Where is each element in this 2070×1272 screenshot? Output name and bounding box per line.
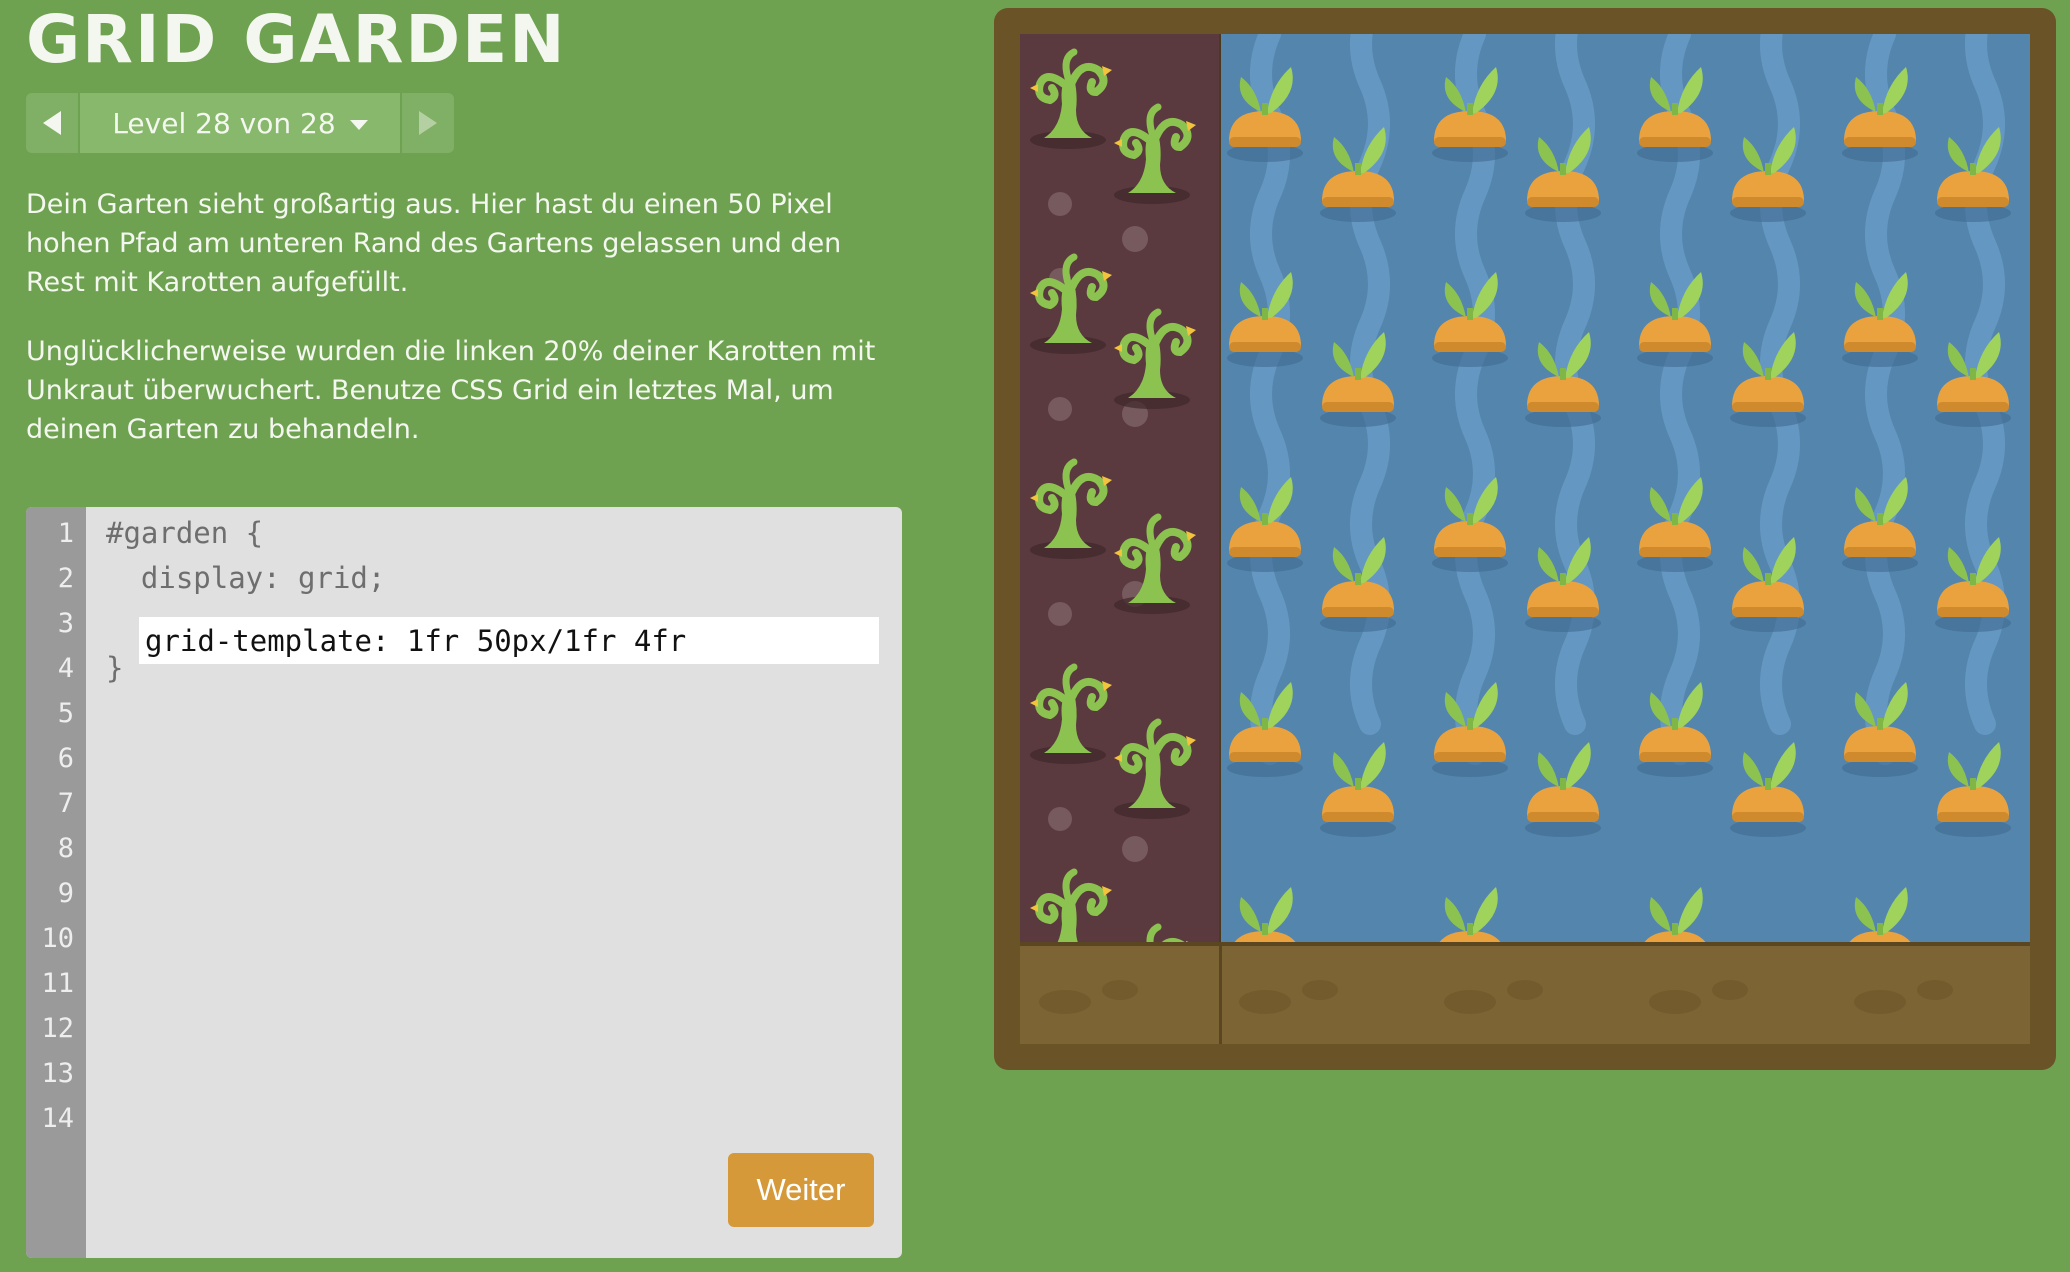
garden-board <box>1020 34 2030 1044</box>
css-editor: 1 2 3 4 5 6 7 8 9 10 11 12 13 14 #garden… <box>26 507 902 1258</box>
next-button[interactable]: Weiter <box>728 1153 874 1227</box>
level-label: Level 28 von 28 <box>112 106 336 140</box>
caret-down-icon <box>349 120 368 130</box>
game-title: GRID GARDEN <box>26 1 567 78</box>
level-navigation: Level 28 von 28 <box>26 93 454 153</box>
line-number: 5 <box>57 698 74 729</box>
line-number: 8 <box>57 833 74 864</box>
code-line-1: #garden { <box>106 516 264 550</box>
instructions-paragraph-2: Unglücklicherweise wurden die linken 20%… <box>26 336 876 445</box>
garden <box>994 8 2056 1070</box>
code-line-4: } <box>106 651 124 685</box>
line-number: 2 <box>57 563 74 594</box>
line-number-gutter: 1 2 3 4 5 6 7 8 9 10 11 12 13 14 <box>26 507 86 1258</box>
code-line-2: display: grid; <box>106 561 386 595</box>
line-number: 10 <box>41 923 74 954</box>
chevron-right-icon <box>419 111 437 135</box>
line-number: 11 <box>41 968 74 999</box>
previous-level-button[interactable] <box>26 93 78 153</box>
instructions-paragraph-1: Dein Garten sieht großartig aus. Hier ha… <box>26 189 842 298</box>
line-number: 12 <box>41 1013 74 1044</box>
next-level-button[interactable] <box>402 93 454 153</box>
line-number: 14 <box>41 1103 74 1134</box>
chevron-left-icon <box>43 111 61 135</box>
line-number: 1 <box>57 518 74 549</box>
line-number: 4 <box>57 653 74 684</box>
line-number: 13 <box>41 1058 74 1089</box>
line-number: 6 <box>57 743 74 774</box>
line-number: 9 <box>57 878 74 909</box>
level-dropdown[interactable]: Level 28 von 28 <box>78 93 402 153</box>
css-code-input[interactable] <box>139 617 879 664</box>
line-number: 7 <box>57 788 74 819</box>
line-number: 3 <box>57 608 74 639</box>
